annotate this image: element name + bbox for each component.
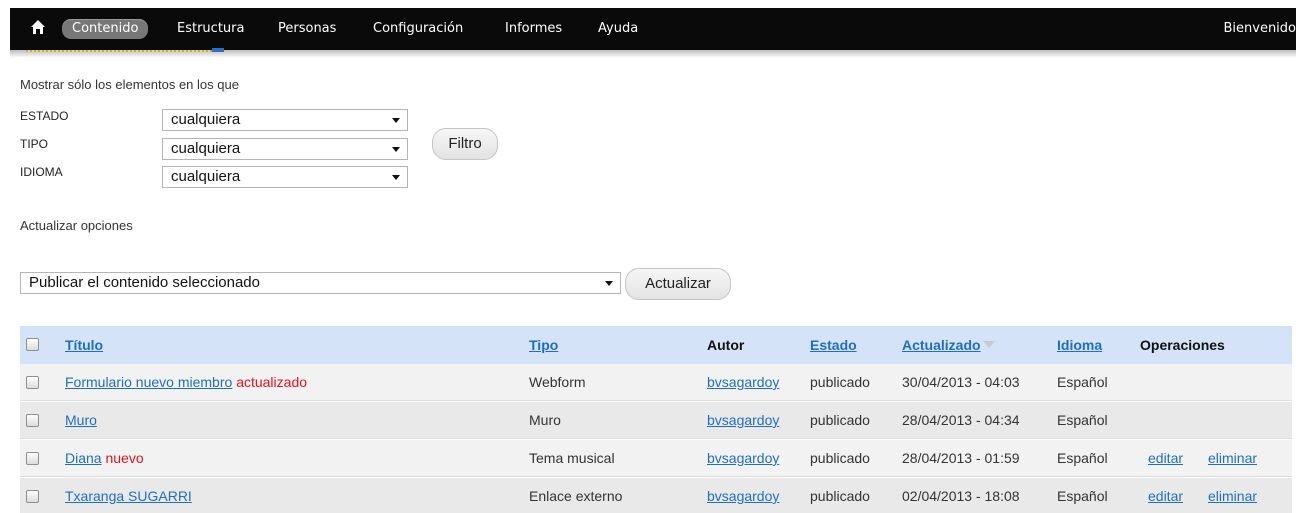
- header-operations: Operaciones: [1140, 337, 1225, 353]
- row-title-cell: Muro: [65, 402, 97, 439]
- filter-button[interactable]: Filtro: [432, 128, 498, 160]
- row-language: Español: [1057, 488, 1108, 504]
- chevron-down-icon: [392, 147, 400, 152]
- row-updated: 02/04/2013 - 18:08: [902, 488, 1020, 504]
- update-button[interactable]: Actualizar: [625, 268, 731, 300]
- row-type: Muro: [529, 412, 561, 428]
- table-row: Muro Muro bvsagardoy publicado 28/04/201…: [20, 402, 1292, 439]
- bulk-action-value: Publicar el contenido seleccionado: [29, 274, 260, 291]
- row-flag: nuevo: [105, 450, 144, 466]
- row-flag: actualizado: [236, 374, 308, 390]
- welcome-text: Bienvenido: [1223, 21, 1296, 36]
- row-checkbox[interactable]: [26, 490, 39, 503]
- toolbar-item-personas[interactable]: Personas: [278, 21, 336, 37]
- row-checkbox[interactable]: [26, 452, 39, 465]
- row-author-link[interactable]: bvsagardoy: [707, 440, 779, 477]
- row-updated: 28/04/2013 - 01:59: [902, 450, 1020, 466]
- toolbar-item-ayuda[interactable]: Ayuda: [598, 21, 638, 37]
- row-author-link[interactable]: bvsagardoy: [707, 478, 779, 513]
- tipo-select[interactable]: cualquiera: [162, 138, 408, 160]
- row-title-link[interactable]: Txaranga SUGARRI: [65, 488, 192, 504]
- toolbar-item-informes[interactable]: Informes: [505, 21, 562, 37]
- row-checkbox[interactable]: [26, 414, 39, 427]
- row-language: Español: [1057, 374, 1108, 390]
- header-language-link[interactable]: Idioma: [1057, 326, 1102, 364]
- admin-toolbar: Contenido Estructura Personas Configurac…: [0, 0, 1296, 58]
- toolbar-accent-marker: [212, 48, 224, 52]
- table-row: Txaranga SUGARRI Enlace externo bvsagard…: [20, 478, 1292, 513]
- row-title-cell: Txaranga SUGARRI: [65, 478, 192, 513]
- row-edit-link[interactable]: editar: [1148, 440, 1183, 477]
- row-title-link[interactable]: Muro: [65, 412, 97, 428]
- row-updated: 28/04/2013 - 04:34: [902, 412, 1020, 428]
- row-status: publicado: [810, 488, 870, 504]
- row-status: publicado: [810, 412, 870, 428]
- sort-desc-icon: [982, 340, 995, 348]
- toolbar-item-contenido[interactable]: Contenido: [62, 19, 149, 39]
- idioma-select[interactable]: cualquiera: [162, 166, 408, 188]
- select-all-checkbox[interactable]: [26, 338, 39, 351]
- header-type-link[interactable]: Tipo: [529, 326, 558, 364]
- row-checkbox[interactable]: [26, 376, 39, 389]
- row-language: Español: [1057, 450, 1108, 466]
- table-row: Diana nuevo Tema musical bvsagardoy publ…: [20, 440, 1292, 477]
- table-header: Título Tipo Autor Estado Actualizado Idi…: [20, 326, 1292, 364]
- tipo-select-value: cualquiera: [171, 140, 241, 157]
- row-title-cell: Formulario nuevo miembro actualizado: [65, 364, 307, 401]
- header-author: Autor: [707, 337, 745, 353]
- toolbar-item-configuracion[interactable]: Configuración: [373, 21, 463, 37]
- header-updated-link[interactable]: Actualizado: [902, 337, 981, 353]
- row-delete-link[interactable]: eliminar: [1208, 478, 1257, 513]
- row-language: Español: [1057, 412, 1108, 428]
- row-type: Webform: [529, 374, 586, 390]
- estado-select[interactable]: cualquiera: [162, 109, 408, 131]
- row-status: publicado: [810, 450, 870, 466]
- header-updated[interactable]: Actualizado: [902, 326, 995, 364]
- row-author-link[interactable]: bvsagardoy: [707, 402, 779, 439]
- row-status: publicado: [810, 374, 870, 390]
- chevron-down-icon: [392, 175, 400, 180]
- chevron-down-icon: [605, 281, 613, 286]
- row-updated: 30/04/2013 - 04:03: [902, 374, 1020, 390]
- filter-title: Mostrar sólo los elementos en los que: [20, 77, 239, 92]
- idioma-select-value: cualquiera: [171, 168, 241, 185]
- toolbar-accent: [26, 50, 224, 52]
- row-author-link[interactable]: bvsagardoy: [707, 364, 779, 401]
- bulk-action-select[interactable]: Publicar el contenido seleccionado: [20, 272, 621, 294]
- home-icon[interactable]: [30, 19, 46, 35]
- estado-label: ESTADO: [20, 109, 69, 123]
- header-status-link[interactable]: Estado: [810, 326, 857, 364]
- tipo-label: TIPO: [20, 137, 49, 151]
- header-title-link[interactable]: Título: [65, 326, 103, 364]
- row-type: Enlace externo: [529, 488, 623, 504]
- table-row: Formulario nuevo miembro actualizado Web…: [20, 364, 1292, 401]
- estado-select-value: cualquiera: [171, 111, 241, 128]
- update-options-label: Actualizar opciones: [20, 218, 133, 233]
- row-delete-link[interactable]: eliminar: [1208, 440, 1257, 477]
- row-title-link[interactable]: Diana: [65, 450, 102, 466]
- chevron-down-icon: [392, 118, 400, 123]
- row-type: Tema musical: [529, 450, 615, 466]
- row-title-link[interactable]: Formulario nuevo miembro: [65, 374, 232, 390]
- row-edit-link[interactable]: editar: [1148, 478, 1183, 513]
- toolbar-item-estructura[interactable]: Estructura: [177, 21, 244, 37]
- row-title-cell: Diana nuevo: [65, 440, 144, 477]
- idioma-label: IDIOMA: [20, 165, 63, 179]
